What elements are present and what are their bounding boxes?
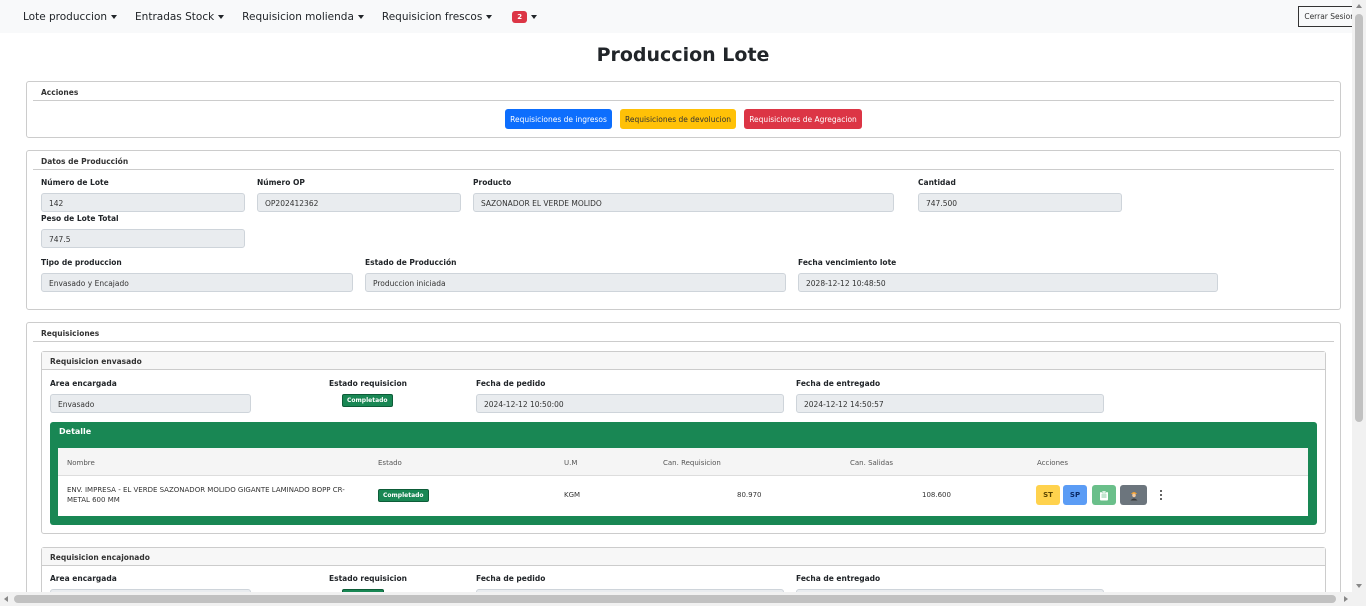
clipboard-icon [1100, 490, 1108, 500]
row-nombre: ENV. IMPRESA - EL VERDE SAZONADOR MOLIDO… [67, 486, 345, 504]
area-encargada-label: Area encargada [50, 379, 117, 388]
worker-icon [1130, 492, 1137, 501]
nav-requisicion-frescos[interactable]: Requisicion frescos [381, 10, 493, 23]
row-um: KGM [564, 491, 581, 499]
area-encargada-field[interactable]: Envasado [50, 394, 251, 413]
tipo-produccion-field[interactable]: Envasado y Encajado [41, 273, 353, 292]
envasado-header: Requisicion envasado [42, 352, 1325, 370]
st-button[interactable]: ST [1036, 485, 1060, 505]
vertical-scroll-thumb[interactable] [1355, 14, 1363, 422]
caret-down-icon [218, 15, 225, 19]
table-header-row: Nombre Estado U.M Can. Requisicion Can. … [58, 448, 1308, 476]
page-title: Produccion Lote [596, 44, 770, 66]
nav-label: Entradas Stock [135, 10, 215, 23]
detalle-panel: Detalle Nombre Estado U.M Can. Requisici… [50, 422, 1317, 525]
caret-down-icon [486, 15, 493, 19]
area-encargada-label-2: Area encargada [50, 574, 117, 583]
numero-lote-field[interactable]: 142 [41, 193, 245, 212]
cantidad-label: Cantidad [918, 178, 956, 187]
col-nombre: Nombre [67, 459, 95, 467]
col-estado: Estado [378, 459, 402, 467]
fecha-entregado-label-2: Fecha de entregado [796, 574, 881, 583]
caret-down-icon [357, 15, 364, 19]
detalle-table: Nombre Estado U.M Can. Requisicion Can. … [58, 448, 1308, 516]
detalle-title: Detalle [59, 427, 92, 436]
col-can-requisicion: Can. Requisicion [663, 459, 721, 467]
requisiciones-ingresos-button[interactable]: Requisiciones de ingresos [505, 109, 612, 129]
notifications-dropdown[interactable]: 2 [512, 10, 538, 23]
fecha-entregado-label: Fecha de entregado [796, 379, 881, 388]
caret-down-icon [531, 15, 538, 19]
row-can-requisicion: 80.970 [737, 491, 762, 499]
peso-total-field[interactable]: 747.5 [41, 229, 245, 248]
col-um: U.M [564, 459, 578, 467]
col-can-salidas: Can. Salidas [850, 459, 894, 467]
col-acciones: Acciones [1037, 459, 1068, 467]
vertical-scrollbar[interactable] [1352, 0, 1366, 592]
nav-label: Lote produccion [23, 10, 108, 23]
estado-requisicion-label-2: Estado requisicion [329, 574, 407, 583]
scroll-left-icon[interactable] [4, 596, 8, 602]
fecha-pedido-field[interactable]: 2024-12-12 10:50:00 [476, 394, 784, 413]
notification-badge: 2 [512, 10, 528, 23]
horizontal-scrollbar[interactable] [0, 592, 1366, 606]
nav-label: Requisicion frescos [381, 10, 483, 23]
fecha-pedido-label-2: Fecha de pedido [476, 574, 546, 583]
fecha-vencimiento-field[interactable]: 2028-12-12 10:48:50 [798, 273, 1218, 292]
clipboard-button[interactable] [1092, 485, 1116, 505]
sp-button[interactable]: SP [1063, 485, 1087, 505]
encajonado-header: Requisicion encajonado [42, 548, 1325, 566]
estado-produccion-label: Estado de Producción [365, 258, 457, 267]
fecha-pedido-label: Fecha de pedido [476, 379, 546, 388]
estado-requisicion-badge: Completado [342, 394, 393, 407]
row-estado-badge: Completado [378, 489, 429, 502]
scroll-right-icon[interactable] [1344, 596, 1348, 602]
acciones-header: Acciones [33, 82, 1334, 101]
cantidad-field[interactable]: 747.500 [918, 193, 1122, 212]
nav-entradas-stock[interactable]: Entradas Stock [135, 10, 225, 23]
row-can-salidas: 108.600 [922, 491, 951, 499]
nav-lote-produccion[interactable]: Lote produccion [23, 10, 118, 23]
fecha-vencimiento-label: Fecha vencimiento lote [798, 258, 897, 267]
nav-requisicion-molienda[interactable]: Requisicion molienda [242, 11, 364, 23]
more-options-icon[interactable] [1158, 488, 1164, 502]
requisiciones-agregacion-button[interactable]: Requisiciones de Agregacion [744, 109, 862, 129]
requisiciones-header: Requisiciones [33, 323, 1334, 342]
estado-produccion-field[interactable]: Produccion iniciada [365, 273, 786, 292]
fecha-entregado-field[interactable]: 2024-12-12 14:50:57 [796, 394, 1104, 413]
tipo-produccion-label: Tipo de produccion [41, 258, 122, 267]
numero-lote-label: Número de Lote [41, 178, 109, 187]
producto-field[interactable]: SAZONADOR EL VERDE MOLIDO [473, 193, 894, 212]
numero-op-label: Número OP [257, 178, 305, 187]
caret-down-icon [111, 15, 118, 19]
worker-button[interactable] [1120, 485, 1147, 505]
estado-requisicion-label: Estado requisicion [329, 379, 407, 388]
datos-header: Datos de Producción [33, 151, 1334, 170]
horizontal-scroll-thumb[interactable] [14, 595, 1336, 603]
producto-label: Producto [473, 178, 512, 187]
top-navbar: Lote produccion Entradas Stock Requisici… [0, 0, 1352, 33]
peso-total-label: Peso de Lote Total [41, 214, 119, 223]
scroll-down-icon[interactable] [1356, 584, 1362, 588]
scroll-up-icon[interactable] [1356, 4, 1362, 8]
numero-op-field[interactable]: OP202412362 [257, 193, 461, 212]
requisiciones-devolucion-button[interactable]: Requisiciones de devolucion [620, 109, 736, 129]
nav-label: Requisicion molienda [242, 10, 354, 23]
